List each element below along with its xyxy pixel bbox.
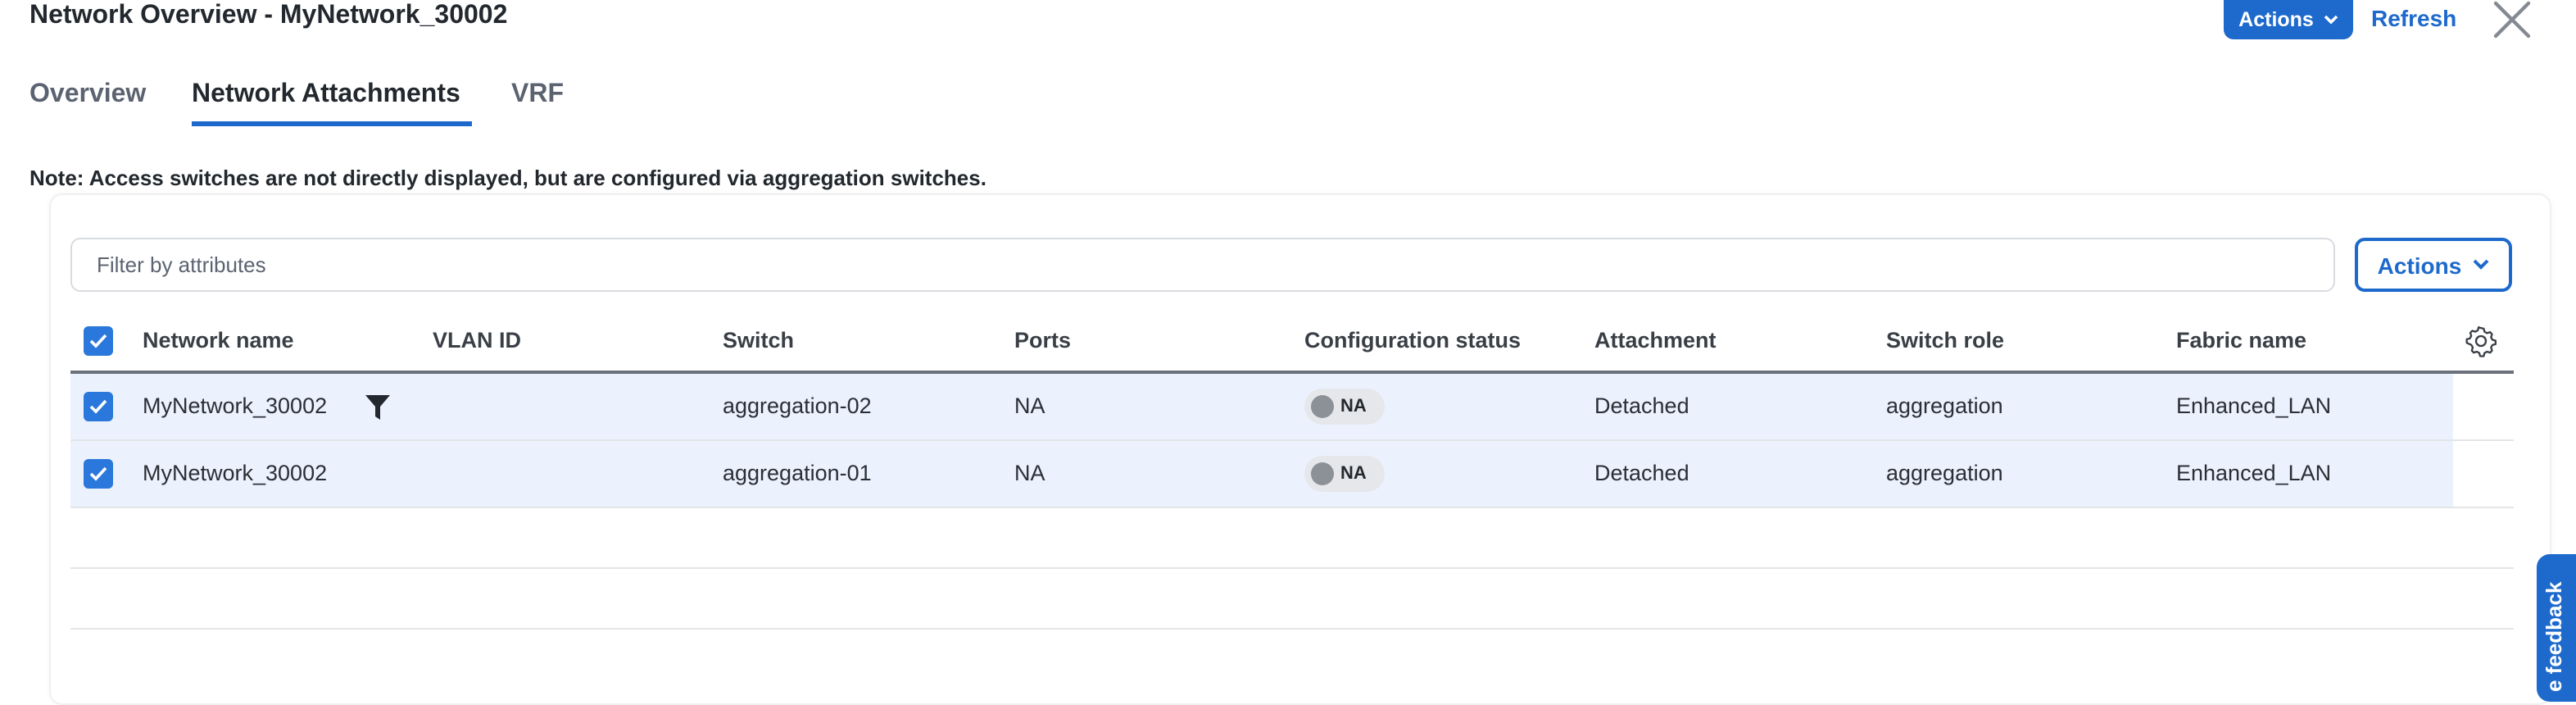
cell-attachment: Detached [1594,393,1689,418]
cell-ports: NA [1014,393,1045,418]
row-checkbox[interactable] [84,459,113,489]
cell-attachment: Detached [1594,461,1689,485]
cell-network-name: MyNetwork_30002 [143,461,328,485]
chevron-down-icon [2324,15,2338,25]
filter-icon[interactable] [364,393,392,421]
check-icon [89,399,107,414]
config-status-badge: NA [1304,389,1385,425]
row-divider [70,628,2514,630]
column-header-network-name[interactable]: Network name [143,328,294,352]
table-row[interactable] [70,374,2453,439]
table-row[interactable] [70,441,2453,507]
chevron-down-icon [2473,259,2489,270]
feedback-label: e feedback [2542,581,2566,692]
header-actions-button[interactable]: Actions [2224,0,2353,39]
page-title: Network Overview - MyNetwork_30002 [29,2,508,30]
cell-fabric-name: Enhanced_LAN [2176,393,2332,418]
column-header-switch[interactable]: Switch [723,328,794,352]
column-header-vlan-id[interactable]: VLAN ID [433,328,521,352]
config-status-badge: NA [1304,456,1385,492]
cell-switch: aggregation-02 [723,393,872,418]
filter-input[interactable] [70,238,2335,292]
config-status-text: NA [1340,464,1367,484]
close-icon[interactable] [2491,0,2533,39]
gear-icon[interactable] [2465,325,2497,357]
actions-label: Actions [2238,8,2314,31]
tab-network-attachments[interactable]: Network Attachments [192,80,460,110]
feedback-tab[interactable]: e feedback [2537,554,2576,702]
config-status-text: NA [1340,397,1367,416]
status-dot-icon [1311,395,1334,418]
note-text: Note: Access switches are not directly d… [29,166,986,190]
column-header-attachment[interactable]: Attachment [1594,328,1717,352]
row-divider [70,567,2514,569]
refresh-button[interactable]: Refresh [2371,5,2456,31]
actions-label: Actions [2377,252,2462,278]
column-header-configuration-status[interactable]: Configuration status [1304,328,1521,352]
check-icon [89,334,107,348]
select-all-checkbox[interactable] [84,326,113,356]
tab-vrf[interactable]: VRF [511,80,564,110]
row-divider [70,507,2514,508]
cell-switch-role: aggregation [1886,461,2003,485]
cell-switch-role: aggregation [1886,393,2003,418]
cell-switch: aggregation-01 [723,461,872,485]
column-header-ports[interactable]: Ports [1014,328,1071,352]
check-icon [89,466,107,481]
status-dot-icon [1311,462,1334,485]
row-checkbox[interactable] [84,392,113,421]
cell-ports: NA [1014,461,1045,485]
cell-network-name: MyNetwork_30002 [143,393,328,418]
cell-fabric-name: Enhanced_LAN [2176,461,2332,485]
column-header-switch-role[interactable]: Switch role [1886,328,2004,352]
active-tab-indicator [192,121,472,126]
column-header-fabric-name[interactable]: Fabric name [2176,328,2306,352]
table-actions-button[interactable]: Actions [2355,238,2512,292]
tab-overview[interactable]: Overview [29,80,146,110]
